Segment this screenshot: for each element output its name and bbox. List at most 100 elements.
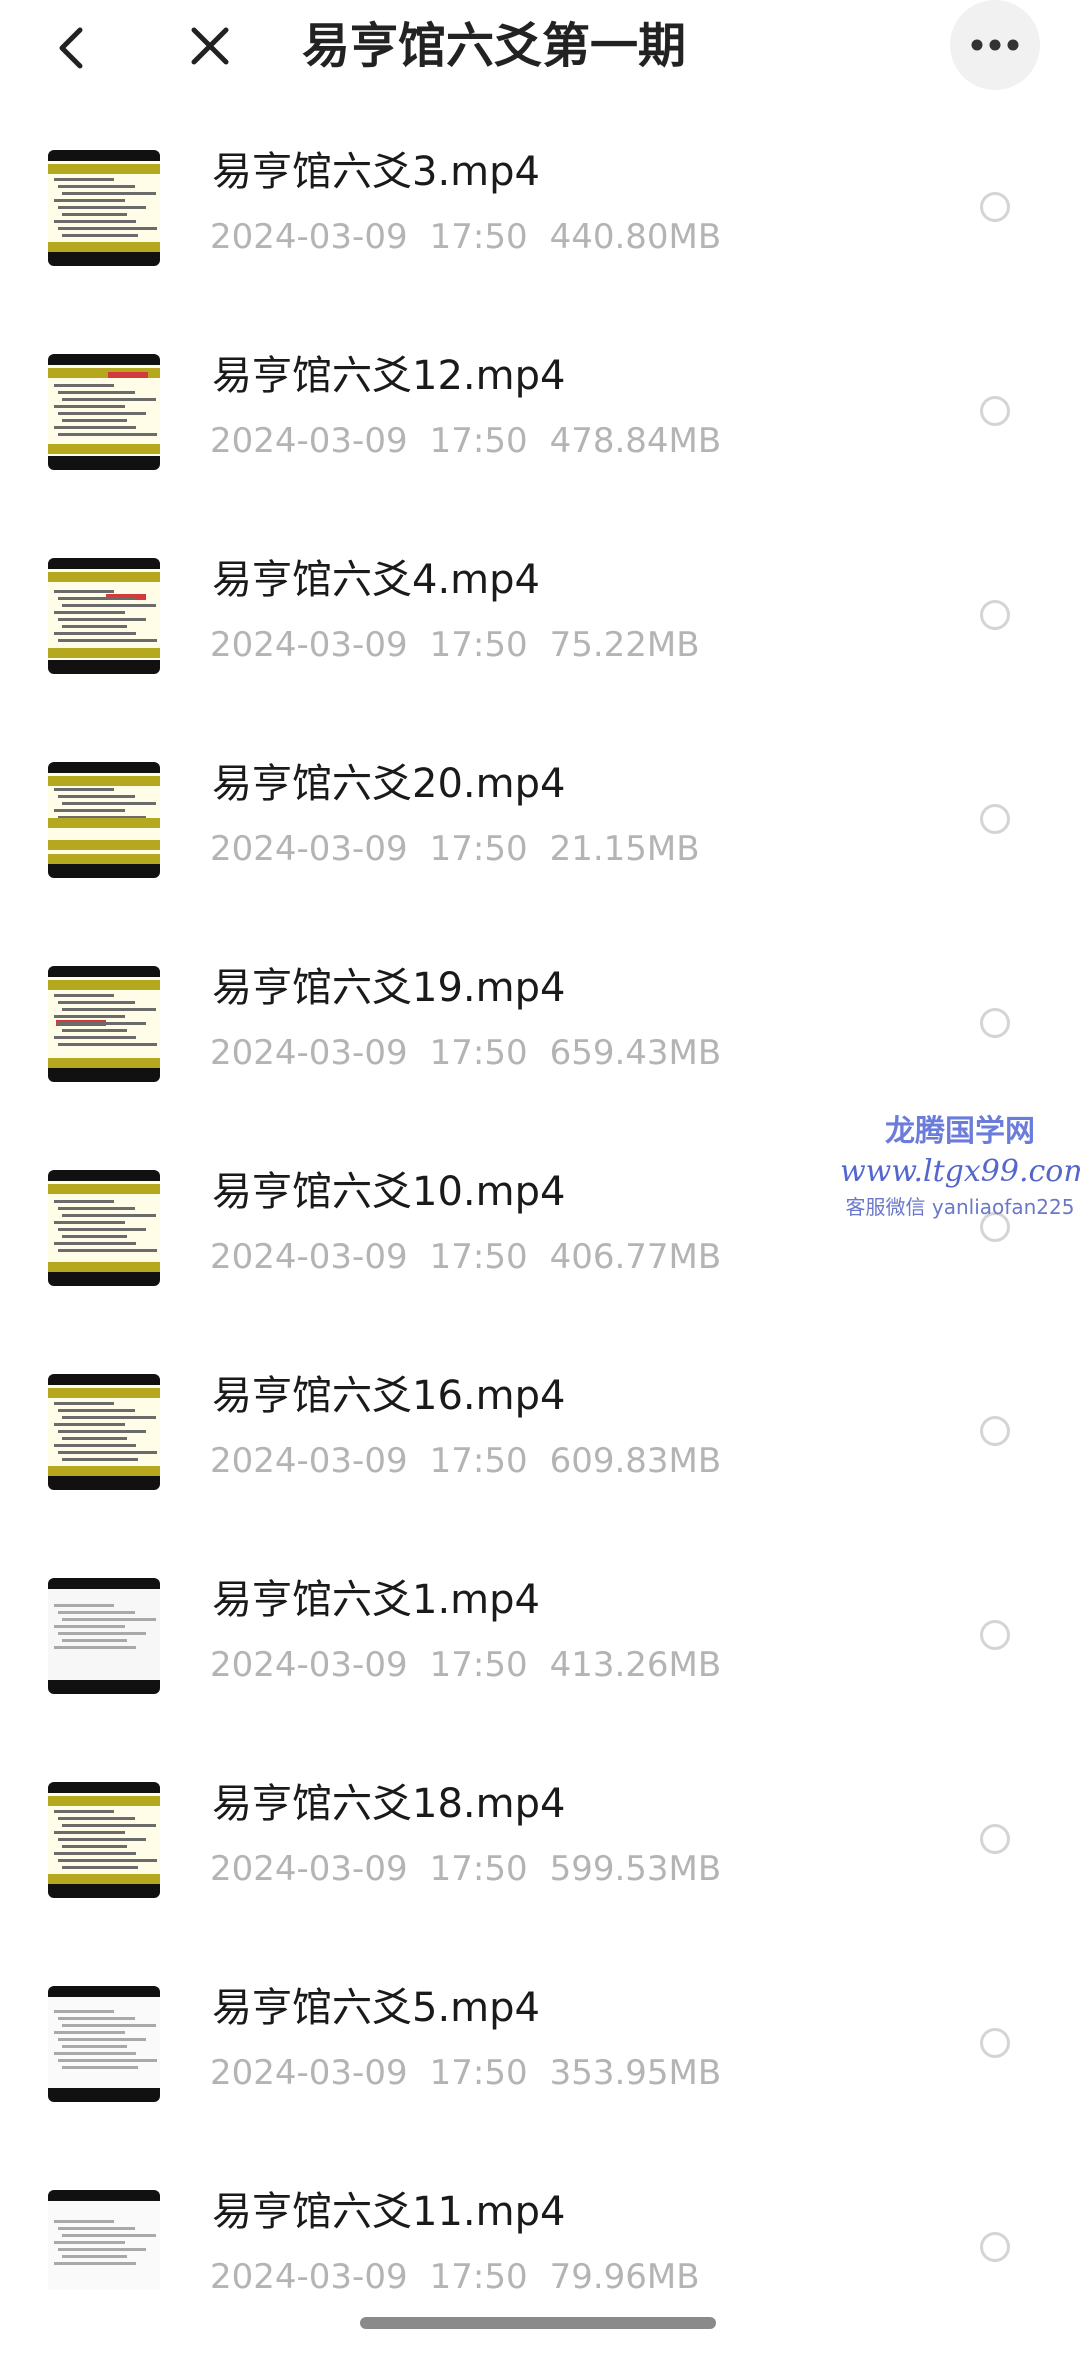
select-radio[interactable] xyxy=(980,804,1010,834)
top-bar: 易亨馆六爻第一期 xyxy=(0,0,1080,100)
file-row[interactable]: 易亨馆六爻11.mp4 2024-03-09 17:50 79.96MB xyxy=(0,2140,1080,2290)
select-radio[interactable] xyxy=(980,2028,1010,2058)
thumbnail-band xyxy=(48,572,160,582)
thumbnail-text-line xyxy=(54,178,114,181)
thumbnail-text-line xyxy=(62,625,127,628)
file-date: 2024-03-09 xyxy=(210,1237,408,1277)
video-thumbnail[interactable] xyxy=(48,150,160,266)
file-row[interactable]: 易亨馆六爻5.mp4 2024-03-09 17:50 353.95MB xyxy=(0,1936,1080,2140)
home-indicator[interactable] xyxy=(360,2317,716,2329)
thumbnail-text-line xyxy=(54,426,136,429)
video-thumbnail[interactable] xyxy=(48,1782,160,1898)
thumbnail-text-line xyxy=(62,2024,156,2027)
thumbnail-text-line xyxy=(54,1402,114,1405)
thumbnail-text-line xyxy=(58,412,146,415)
select-radio[interactable] xyxy=(980,1008,1010,1038)
video-thumbnail[interactable] xyxy=(48,1986,160,2102)
file-row[interactable]: 易亨馆六爻20.mp4 2024-03-09 17:50 21.15MB xyxy=(0,712,1080,916)
thumbnail-text-line xyxy=(62,1824,156,1827)
thumbnail-letterbox xyxy=(48,1374,160,1385)
file-row[interactable]: 易亨馆六爻3.mp4 2024-03-09 17:50 440.80MB xyxy=(0,100,1080,304)
thumbnail-text-line xyxy=(54,1036,136,1039)
select-radio[interactable] xyxy=(980,1416,1010,1446)
thumbnail-text-line xyxy=(58,2059,157,2062)
thumbnail-letterbox xyxy=(48,1986,160,1997)
video-thumbnail[interactable] xyxy=(48,966,160,1082)
thumbnail-band xyxy=(48,242,160,252)
file-row[interactable]: 易亨馆六爻1.mp4 2024-03-09 17:50 413.26MB xyxy=(0,1528,1080,1732)
video-thumbnail[interactable] xyxy=(48,1170,160,1286)
file-meta: 2024-03-09 17:50 413.26MB xyxy=(210,1642,721,1688)
select-radio[interactable] xyxy=(980,600,1010,630)
watermark-contact: 客服微信 yanliaofan225 xyxy=(845,1195,1075,1219)
select-radio[interactable] xyxy=(980,1620,1010,1650)
file-size: 79.96MB xyxy=(549,2257,700,2290)
select-radio[interactable] xyxy=(980,1824,1010,1854)
file-time: 17:50 xyxy=(429,2257,528,2290)
file-meta: 2024-03-09 17:50 478.84MB xyxy=(210,418,721,464)
file-time: 17:50 xyxy=(429,1645,528,1685)
file-size: 406.77MB xyxy=(549,1237,722,1277)
thumbnail-text-line xyxy=(62,1639,127,1642)
thumbnail-letterbox xyxy=(48,2088,160,2102)
chevron-left-icon xyxy=(59,27,83,69)
thumbnail-text-line xyxy=(58,1817,135,1820)
file-name: 易亨馆六爻5.mp4 xyxy=(212,1985,540,2031)
file-size: 353.95MB xyxy=(549,2053,722,2093)
thumbnail-text-line xyxy=(62,1866,138,1869)
thumbnail-letterbox xyxy=(48,660,160,674)
thumbnail-text-line xyxy=(58,391,135,394)
file-size: 599.53MB xyxy=(549,1849,722,1889)
thumbnail-letterbox xyxy=(48,456,160,470)
watermark-url: www.ltgx99.com xyxy=(840,1154,1080,1189)
video-thumbnail[interactable] xyxy=(48,1578,160,1694)
file-meta: 2024-03-09 17:50 406.77MB xyxy=(210,1234,721,1280)
file-row[interactable]: 易亨馆六爻18.mp4 2024-03-09 17:50 599.53MB xyxy=(0,1732,1080,1936)
more-options-button[interactable] xyxy=(950,0,1040,90)
file-time: 17:50 xyxy=(429,217,528,257)
thumbnail-text-line xyxy=(58,2038,146,2041)
thumbnail-text-line xyxy=(58,639,157,642)
file-size: 21.15MB xyxy=(549,829,700,869)
file-time: 17:50 xyxy=(429,2053,528,2093)
close-button[interactable] xyxy=(178,14,242,78)
thumbnail-text-line xyxy=(58,206,146,209)
back-button[interactable] xyxy=(40,16,104,80)
file-meta: 2024-03-09 17:50 609.83MB xyxy=(210,1438,721,1484)
thumbnail-text-line xyxy=(58,1409,135,1412)
select-radio[interactable] xyxy=(980,396,1010,426)
thumbnail-letterbox xyxy=(48,1170,160,1181)
video-thumbnail[interactable] xyxy=(48,558,160,674)
file-date: 2024-03-09 xyxy=(210,1441,408,1481)
thumbnail-text-line xyxy=(54,611,125,614)
thumbnail-text-line xyxy=(62,1235,127,1238)
thumbnail-text-line xyxy=(62,2255,127,2258)
file-size: 440.80MB xyxy=(549,217,722,257)
thumbnail-text-line xyxy=(62,1458,138,1461)
file-meta: 2024-03-09 17:50 659.43MB xyxy=(210,1030,721,1076)
thumbnail-letterbox xyxy=(48,2190,160,2201)
thumbnail-letterbox xyxy=(48,150,160,161)
file-row[interactable]: 易亨馆六爻12.mp4 2024-03-09 17:50 478.84MB xyxy=(0,304,1080,508)
video-thumbnail[interactable] xyxy=(48,2190,160,2290)
thumbnail-text-line xyxy=(54,2262,136,2265)
thumbnail-text-line xyxy=(54,2052,136,2055)
video-thumbnail[interactable] xyxy=(48,762,160,878)
thumbnail-letterbox xyxy=(48,762,160,773)
video-thumbnail[interactable] xyxy=(48,354,160,470)
file-row[interactable]: 易亨馆六爻4.mp4 2024-03-09 17:50 75.22MB xyxy=(0,508,1080,712)
thumbnail-text-line xyxy=(62,213,127,216)
thumbnail-band xyxy=(48,1796,160,1806)
select-radio[interactable] xyxy=(980,192,1010,222)
file-date: 2024-03-09 xyxy=(210,2257,408,2290)
select-radio[interactable] xyxy=(980,2232,1010,2262)
video-thumbnail[interactable] xyxy=(48,1374,160,1490)
file-row[interactable]: 易亨馆六爻19.mp4 2024-03-09 17:50 659.43MB xyxy=(0,916,1080,1120)
file-row[interactable]: 易亨馆六爻16.mp4 2024-03-09 17:50 609.83MB xyxy=(0,1324,1080,1528)
thumbnail-text-line xyxy=(58,1022,146,1025)
thumbnail-text-line xyxy=(54,809,125,812)
file-time: 17:50 xyxy=(429,421,528,461)
file-size: 478.84MB xyxy=(549,421,722,461)
thumbnail-text-line xyxy=(54,1852,136,1855)
thumbnail-text-line xyxy=(54,405,125,408)
